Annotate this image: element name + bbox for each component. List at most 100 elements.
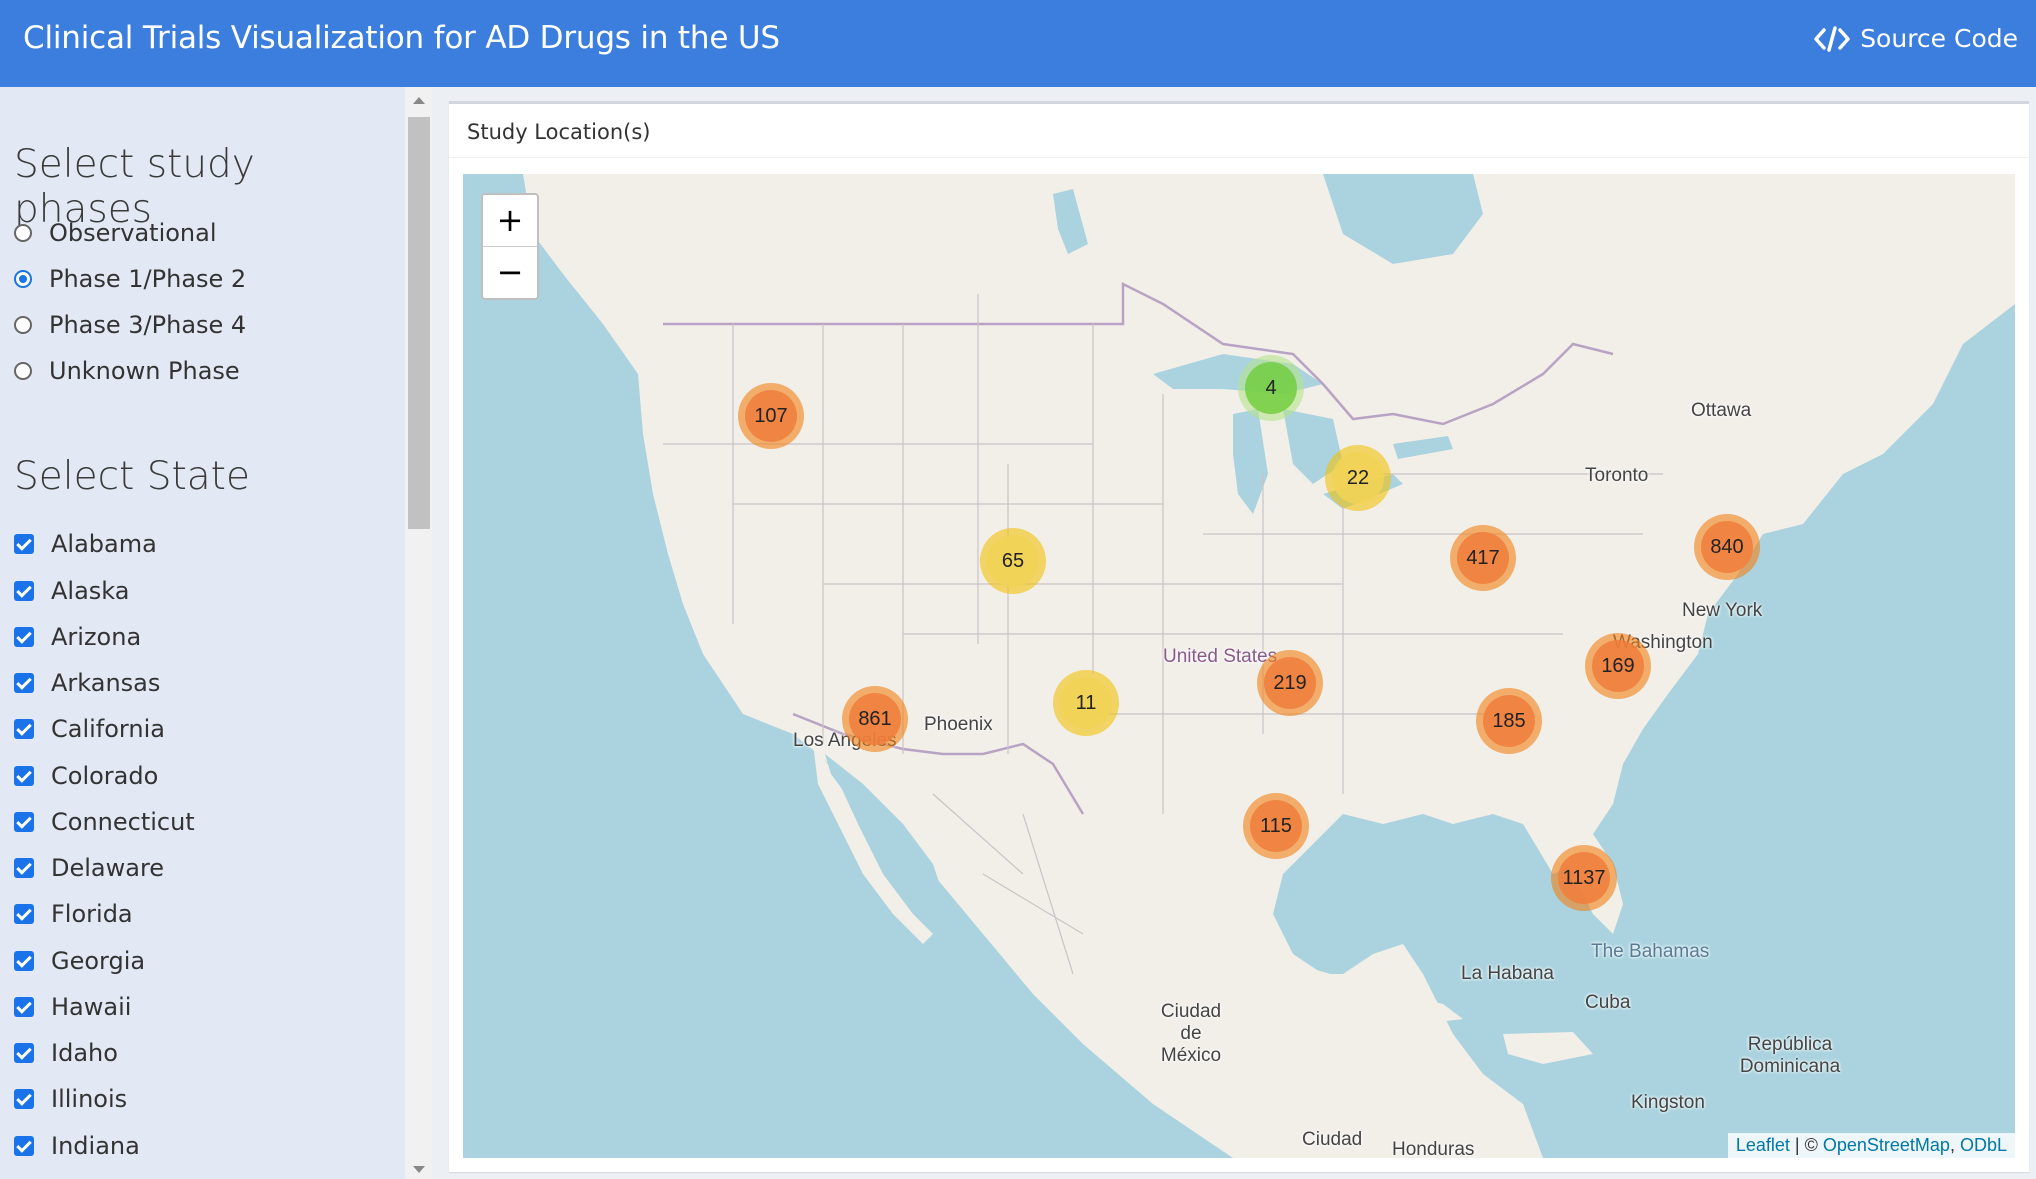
state-option-connecticut[interactable]: Connecticut [14,808,195,836]
place-label: Ciudad [1302,1129,1363,1150]
checkbox[interactable] [14,534,34,554]
cluster-count: 861 [849,693,901,745]
phase-option-phase-1-2[interactable]: Phase 1/Phase 2 [14,265,246,293]
state-option-illinois[interactable]: Illinois [14,1085,127,1113]
state-option-delaware[interactable]: Delaware [14,854,164,882]
state-label: Georgia [51,947,146,975]
cluster-count: 4 [1245,362,1297,414]
map-attribution: Leaflet | © OpenStreetMap, ODbL [1727,1133,2015,1158]
cluster-count: 1137 [1558,852,1610,904]
scroll-thumb[interactable] [408,117,430,529]
checkbox[interactable] [14,812,34,832]
checkbox[interactable] [14,719,34,739]
cluster-count: 107 [745,390,797,442]
cluster-count: 115 [1250,800,1302,852]
cluster-count: 65 [987,535,1039,587]
state-option-california[interactable]: California [14,715,165,743]
checkbox[interactable] [14,673,34,693]
state-label: Idaho [51,1039,118,1067]
cluster-count: 840 [1701,521,1753,573]
radio-button[interactable] [14,224,32,242]
checkbox[interactable] [14,997,34,1017]
sidebar: Select study phases Observational Phase … [0,87,405,1179]
land-jamaica [1403,1052,1443,1066]
state-option-alabama[interactable]: Alabama [14,530,157,558]
panel-header: Study Location(s) [449,104,2029,158]
state-option-idaho[interactable]: Idaho [14,1039,118,1067]
cluster-count: 169 [1592,640,1644,692]
checkbox[interactable] [14,904,34,924]
cluster-marker[interactable]: 11 [1053,670,1119,736]
cluster-marker[interactable]: 185 [1476,688,1542,754]
state-label: Connecticut [51,808,195,836]
place-label: Cuba [1585,992,1631,1013]
study-location-map[interactable]: + − Ottawa Toronto New York Washington U… [463,174,2015,1158]
scroll-down-arrow-icon[interactable] [413,1166,425,1173]
zoom-in-button[interactable]: + [483,195,537,246]
checkbox[interactable] [14,1089,34,1109]
checkbox[interactable] [14,581,34,601]
place-label: Ottawa [1691,400,1752,421]
zoom-out-button[interactable]: − [483,246,537,298]
app-title: Clinical Trials Visualization for AD Dru… [23,20,780,56]
checkbox[interactable] [14,858,34,878]
checkbox[interactable] [14,951,34,971]
radio-button[interactable] [14,316,32,334]
state-option-florida[interactable]: Florida [14,900,133,928]
place-label: República Dominicana [1739,1034,1841,1077]
place-label: The Bahamas [1591,941,1710,962]
odbl-link[interactable]: ODbL [1960,1135,2007,1155]
openstreetmap-link[interactable]: OpenStreetMap [1823,1135,1950,1155]
cluster-marker[interactable]: 107 [738,383,804,449]
state-option-arkansas[interactable]: Arkansas [14,669,160,697]
state-option-alaska[interactable]: Alaska [14,577,129,605]
sidebar-scrollbar[interactable] [405,87,432,1179]
cluster-marker[interactable]: 840 [1694,514,1760,580]
state-label: Arizona [51,623,142,651]
cluster-marker[interactable]: 861 [842,686,908,752]
phase-option-phase-3-4[interactable]: Phase 3/Phase 4 [14,311,246,339]
cluster-marker[interactable]: 115 [1243,793,1309,859]
attribution-comma: , [1949,1135,1960,1155]
phase-option-unknown[interactable]: Unknown Phase [14,357,240,385]
state-label: Hawaii [51,993,132,1021]
state-option-indiana[interactable]: Indiana [14,1132,140,1160]
checkbox[interactable] [14,1136,34,1156]
phase-option-observational[interactable]: Observational [14,219,217,247]
cluster-marker[interactable]: 65 [980,528,1046,594]
phase-label: Observational [49,219,217,247]
radio-button-selected[interactable] [14,270,32,288]
cluster-marker[interactable]: 219 [1257,650,1323,716]
cluster-marker[interactable]: 417 [1450,525,1516,591]
source-code-link[interactable]: Source Code [1814,24,2018,53]
state-label: Alabama [51,530,157,558]
phase-label: Phase 3/Phase 4 [49,311,247,339]
cluster-count: 219 [1264,657,1316,709]
cluster-count: 417 [1457,532,1509,584]
state-option-arizona[interactable]: Arizona [14,623,141,651]
checkbox[interactable] [14,1043,34,1063]
checkbox[interactable] [14,766,34,786]
leaflet-link[interactable]: Leaflet [1736,1135,1790,1155]
cluster-marker[interactable]: 4 [1238,355,1304,421]
state-label: Alaska [51,577,130,605]
place-label: United States [1163,646,1278,667]
place-label: Phoenix [924,714,993,735]
place-label: New York [1682,600,1763,621]
app-header: Clinical Trials Visualization for AD Dru… [0,0,2036,87]
scroll-up-arrow-icon[interactable] [413,97,425,104]
code-icon [1814,25,1850,52]
cluster-marker[interactable]: 1137 [1551,845,1617,911]
state-option-hawaii[interactable]: Hawaii [14,993,131,1021]
cluster-marker[interactable]: 22 [1325,445,1391,511]
phase-label: Phase 1/Phase 2 [49,265,247,293]
state-option-georgia[interactable]: Georgia [14,947,145,975]
state-label: Florida [51,900,133,928]
place-label: Kingston [1631,1092,1705,1113]
cluster-marker[interactable]: 169 [1585,633,1651,699]
radio-button[interactable] [14,362,32,380]
checkbox[interactable] [14,627,34,647]
state-option-colorado[interactable]: Colorado [14,762,158,790]
state-label: Delaware [51,854,165,882]
zoom-control: + − [481,193,539,300]
